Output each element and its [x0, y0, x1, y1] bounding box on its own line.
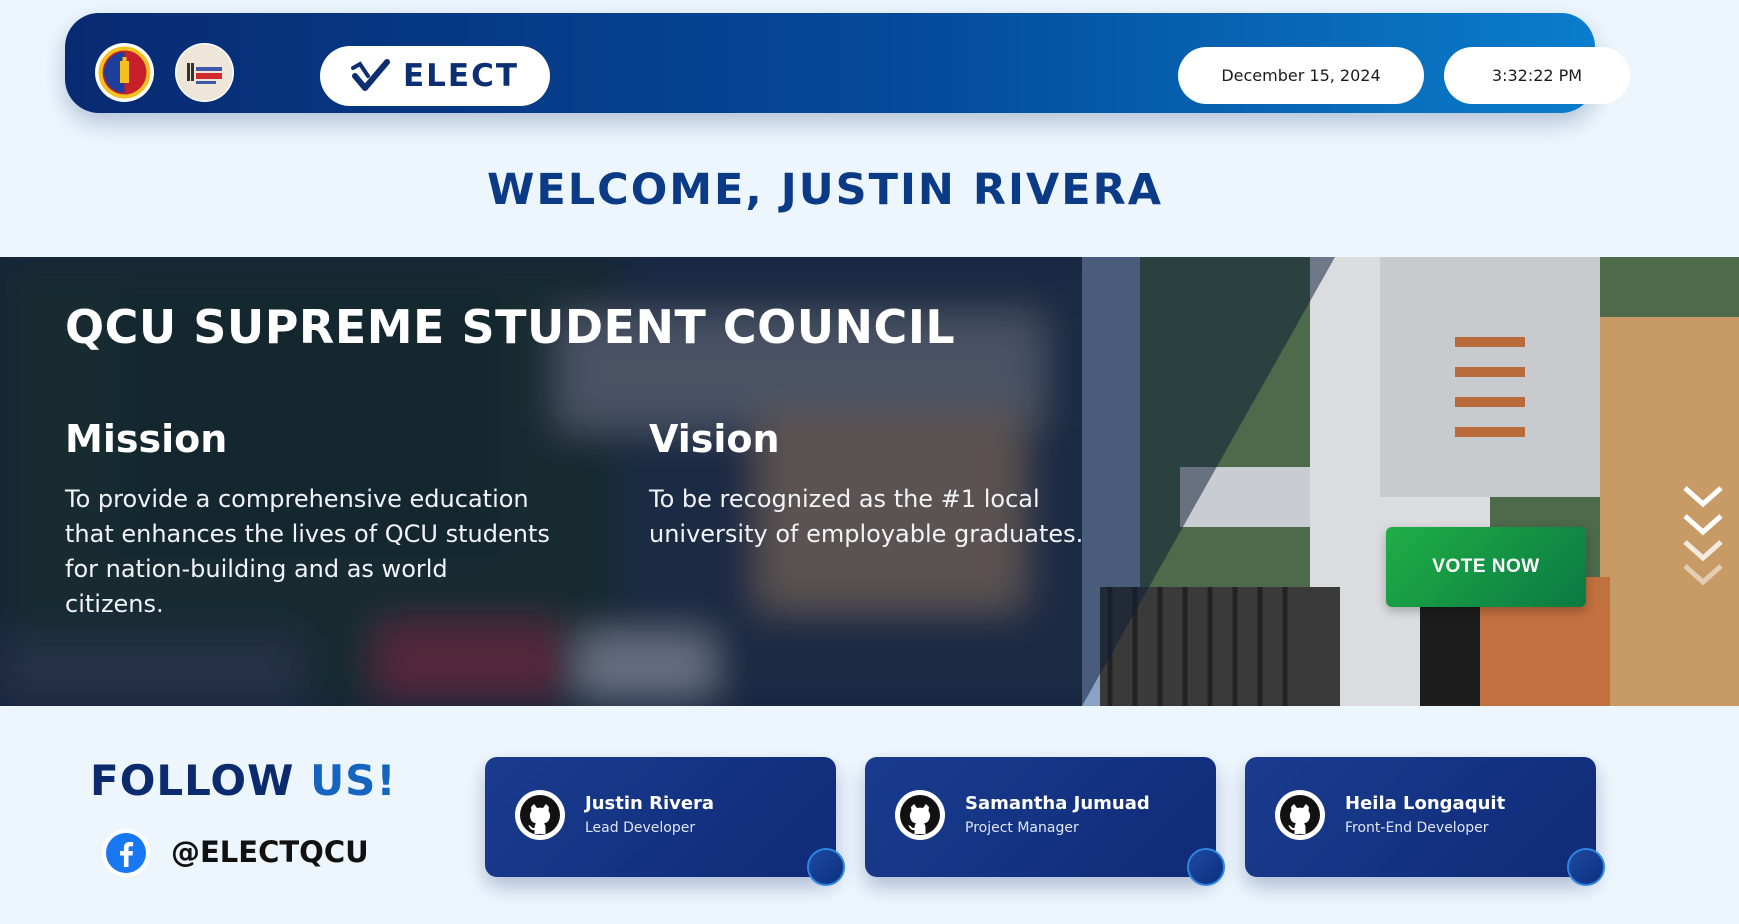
card-corner-button[interactable] — [807, 848, 845, 886]
developer-role: Front-End Developer — [1345, 820, 1489, 836]
developer-role: Project Manager — [965, 820, 1079, 836]
mission-line: for nation-building and as world — [65, 555, 448, 583]
elect-brand-badge[interactable]: ELECT — [320, 46, 550, 106]
vote-now-button[interactable]: VOTE NOW — [1386, 527, 1586, 607]
developer-card[interactable]: Samantha Jumuad Project Manager — [865, 757, 1225, 886]
developer-name: Heila Longaquit — [1345, 793, 1506, 814]
mission-text: To provide a comprehensive education tha… — [65, 482, 550, 622]
github-icon — [1275, 790, 1325, 840]
github-icon — [895, 790, 945, 840]
developer-card[interactable]: Heila Longaquit Front-End Developer — [1245, 757, 1605, 886]
mission-line: To provide a comprehensive education — [65, 485, 529, 513]
check-shield-icon — [350, 59, 390, 91]
mission-heading: Mission — [65, 417, 228, 461]
developer-card[interactable]: Justin Rivera Lead Developer — [485, 757, 845, 886]
time-display: 3:32:22 PM — [1444, 47, 1630, 104]
developer-role: Lead Developer — [585, 820, 696, 836]
scroll-down-chevrons-icon[interactable] — [1682, 484, 1724, 588]
facebook-icon[interactable] — [102, 829, 150, 877]
us-word: US! — [310, 756, 397, 805]
university-seal-logo — [95, 43, 154, 102]
github-icon — [515, 790, 565, 840]
developer-name: Justin Rivera — [585, 793, 715, 814]
follow-us-heading: FOLLOW US! — [90, 756, 397, 805]
follow-word: FOLLOW — [90, 756, 311, 805]
hero-title: QCU SUPREME STUDENT COUNCIL — [65, 300, 956, 354]
welcome-heading: WELCOME, JUSTIN RIVERA — [486, 165, 1164, 215]
vision-heading: Vision — [649, 417, 780, 461]
top-header: ELECT December 15, 2024 3:32:22 PM — [65, 13, 1630, 113]
vision-text: To be recognized as the #1 local univers… — [649, 482, 1083, 552]
mission-line: that enhances the lives of QCU students — [65, 520, 550, 548]
mission-line: citizens. — [65, 590, 164, 618]
vision-line: university of employable graduates. — [649, 520, 1084, 548]
date-display: December 15, 2024 — [1178, 47, 1424, 104]
card-corner-button[interactable] — [1567, 848, 1605, 886]
social-handle-link[interactable]: @ELECTQCU — [171, 835, 369, 869]
brand-name: ELECT — [402, 58, 519, 94]
developer-name: Samantha Jumuad — [965, 793, 1150, 814]
ssc-logo — [175, 43, 234, 102]
vision-line: To be recognized as the #1 local — [649, 485, 1040, 513]
card-corner-button[interactable] — [1187, 848, 1225, 886]
